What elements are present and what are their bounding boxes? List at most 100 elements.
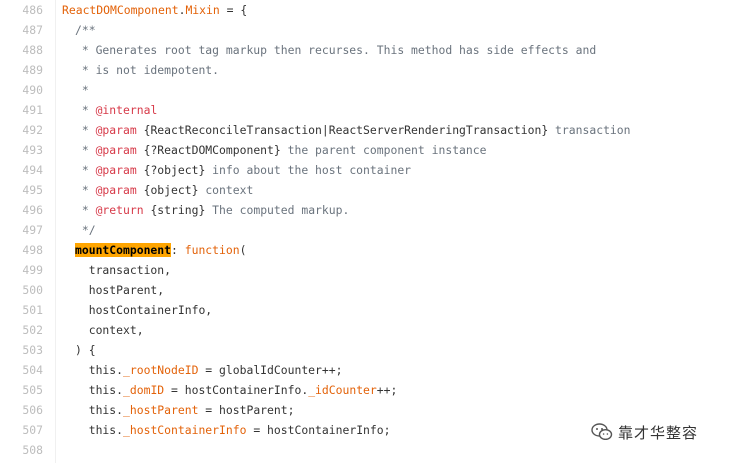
- token: function: [184, 243, 240, 257]
- token: The computed markup.: [205, 203, 350, 217]
- code-text: this._rootNodeID = globalIdCounter++;: [75, 360, 343, 380]
- line-number: 508: [22, 443, 43, 457]
- token: {object}: [136, 183, 199, 197]
- token: = globalIdCounter++;: [198, 363, 343, 377]
- code-line: 505 this._domID = hostContainerInfo._idC…: [0, 380, 737, 400]
- line-number: 490: [22, 83, 43, 97]
- token: {?object}: [136, 163, 206, 177]
- line-number: 503: [22, 343, 43, 357]
- highlighted-identifier[interactable]: mountComponent: [75, 243, 172, 257]
- code-line: 503 ) {: [0, 340, 737, 360]
- token: *: [75, 143, 96, 157]
- line-number: 486: [22, 3, 43, 17]
- token: this.: [75, 403, 124, 417]
- token: transaction: [548, 123, 631, 137]
- code-text: this._hostContainerInfo = hostContainerI…: [75, 420, 391, 440]
- code-line: 499 transaction,: [0, 260, 737, 280]
- code-line: 497 */: [0, 220, 737, 240]
- token: *: [75, 123, 96, 137]
- line-number: 488: [22, 43, 43, 57]
- token: context: [198, 183, 254, 197]
- code-text: ) {: [75, 343, 96, 357]
- code-text: * is not idempotent.: [75, 63, 220, 77]
- code-line: 506 this._hostParent = hostParent;: [0, 400, 737, 420]
- token: @param: [95, 163, 137, 177]
- token: Mixin: [185, 3, 220, 17]
- token: this.: [75, 363, 124, 377]
- code-text: */: [75, 223, 96, 237]
- token: *: [75, 103, 96, 117]
- line-number: 494: [22, 163, 43, 177]
- token: _rootNodeID: [123, 363, 199, 377]
- token: {?ReactDOMComponent}: [136, 143, 281, 157]
- token: this.: [75, 423, 124, 437]
- code-line: 491 * @internal: [0, 100, 737, 120]
- code-line: 501 hostContainerInfo,: [0, 300, 737, 320]
- token: _hostParent: [123, 403, 199, 417]
- code-line: 489 * is not idempotent.: [0, 60, 737, 80]
- line-number: 506: [22, 403, 43, 417]
- line-number: 507: [22, 423, 43, 437]
- line-number: 496: [22, 203, 43, 217]
- line-number: 491: [22, 103, 43, 117]
- token: = hostParent;: [198, 403, 295, 417]
- code-text: * @return {string} The computed markup.: [75, 200, 350, 220]
- code-text: * Generates root tag markup then recurse…: [75, 43, 597, 57]
- line-number: 489: [22, 63, 43, 77]
- code-line: 488 * Generates root tag markup then rec…: [0, 40, 737, 60]
- code-text: context,: [75, 323, 144, 337]
- token: _hostContainerInfo: [123, 423, 247, 437]
- code-text: ReactDOMComponent.Mixin = {: [62, 0, 247, 20]
- code-text: * @param {?ReactDOMComponent} the parent…: [75, 140, 487, 160]
- code-line: 502 context,: [0, 320, 737, 340]
- code-text: *: [75, 83, 89, 97]
- line-number: 505: [22, 383, 43, 397]
- code-text: this._hostParent = hostParent;: [75, 400, 295, 420]
- code-view: 486 ReactDOMComponent.Mixin = { 487 /** …: [0, 0, 737, 463]
- code-text: * @param {object} context: [75, 180, 254, 200]
- code-line: 494 * @param {?object} info about the ho…: [0, 160, 737, 180]
- line-number: 492: [22, 123, 43, 137]
- token: = {: [219, 3, 248, 17]
- code-text: mountComponent: function(: [75, 240, 246, 260]
- token: _domID: [123, 383, 165, 397]
- line-number: 500: [22, 283, 43, 297]
- token: this.: [75, 383, 124, 397]
- token: *: [75, 163, 96, 177]
- code-line: 500 hostParent,: [0, 280, 737, 300]
- code-line: 486 ReactDOMComponent.Mixin = {: [0, 0, 737, 20]
- token: *: [75, 183, 96, 197]
- code-line: 504 this._rootNodeID = globalIdCounter++…: [0, 360, 737, 380]
- token: {string}: [143, 203, 206, 217]
- line-number: 499: [22, 263, 43, 277]
- code-text: this._domID = hostContainerInfo._idCount…: [75, 380, 398, 400]
- line-number: 493: [22, 143, 43, 157]
- token: = hostContainerInfo;: [246, 423, 391, 437]
- code-line: 487 /**: [0, 20, 737, 40]
- line-number: 487: [22, 23, 43, 37]
- code-line: 498 mountComponent: function(: [0, 240, 737, 260]
- token: @param: [95, 183, 137, 197]
- line-number: 502: [22, 323, 43, 337]
- code-text: * @param {ReactReconcileTransaction|Reac…: [75, 120, 631, 140]
- code-text: * @internal: [75, 100, 157, 120]
- code-line: 490 *: [0, 80, 737, 100]
- code-line: 493 * @param {?ReactDOMComponent} the pa…: [0, 140, 737, 160]
- wechat-icon: [590, 420, 614, 444]
- code-line: 496 * @return {string} The computed mark…: [0, 200, 737, 220]
- watermark: 靠才华整容: [590, 420, 698, 444]
- token: {ReactReconcileTransaction|ReactServerRe…: [136, 123, 549, 137]
- token: @param: [95, 123, 137, 137]
- token: *: [75, 203, 96, 217]
- code-text: transaction,: [75, 263, 172, 277]
- line-number: 498: [22, 243, 43, 257]
- code-line: 492 * @param {ReactReconcileTransaction|…: [0, 120, 737, 140]
- token: @internal: [95, 103, 158, 117]
- watermark-text: 靠才华整容: [618, 423, 699, 442]
- code-line: 495 * @param {object} context: [0, 180, 737, 200]
- token: info about the host container: [205, 163, 412, 177]
- token: the parent component instance: [280, 143, 487, 157]
- token: @return: [95, 203, 144, 217]
- token: :: [171, 243, 185, 257]
- code-text: hostParent,: [75, 283, 165, 297]
